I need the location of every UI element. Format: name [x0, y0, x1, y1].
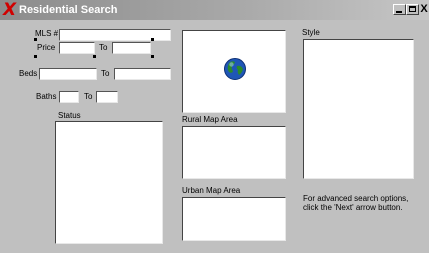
property-picture-box [182, 30, 286, 113]
rural-map-label: Rural Map Area [182, 115, 238, 124]
style-list[interactable] [303, 39, 414, 179]
status-label: Status [58, 111, 81, 120]
baths-label: Baths [36, 92, 57, 101]
price-to-input[interactable] [112, 42, 151, 54]
beds-from-input[interactable] [39, 68, 97, 80]
minimize-icon [396, 11, 402, 13]
urban-map-label: Urban Map Area [182, 186, 241, 195]
style-label: Style [302, 28, 320, 37]
selection-handle [93, 55, 96, 58]
maximize-icon [409, 6, 416, 12]
advanced-search-note: For advanced search options, click the '… [303, 194, 409, 212]
minimize-button[interactable] [393, 4, 406, 15]
rural-map-list[interactable] [182, 126, 286, 179]
baths-from-input[interactable] [59, 91, 79, 103]
beds-to-input[interactable] [114, 68, 171, 80]
residential-search-window: X Residential Search X MLS # Price To Be… [0, 0, 429, 256]
mls-label: MLS # [35, 29, 59, 38]
selection-handle [34, 55, 37, 58]
beds-label: Beds [19, 69, 38, 78]
urban-map-list[interactable] [182, 197, 286, 241]
close-button[interactable]: X [419, 4, 429, 15]
maximize-button[interactable] [406, 4, 419, 15]
baths-to-input[interactable] [96, 91, 118, 103]
selection-handle [151, 38, 154, 41]
window-title: Residential Search [19, 4, 118, 16]
globe-icon [224, 58, 246, 80]
baths-to-label: To [84, 92, 93, 101]
price-label: Price [37, 43, 56, 52]
app-icon: X [3, 0, 17, 20]
price-to-label: To [99, 43, 108, 52]
beds-to-label: To [101, 69, 110, 78]
selection-handle [151, 55, 154, 58]
status-list[interactable] [55, 121, 163, 244]
mls-input[interactable] [59, 29, 171, 41]
title-bar[interactable]: X Residential Search X [0, 0, 429, 20]
price-from-input[interactable] [59, 42, 95, 54]
selection-handle [34, 38, 37, 41]
